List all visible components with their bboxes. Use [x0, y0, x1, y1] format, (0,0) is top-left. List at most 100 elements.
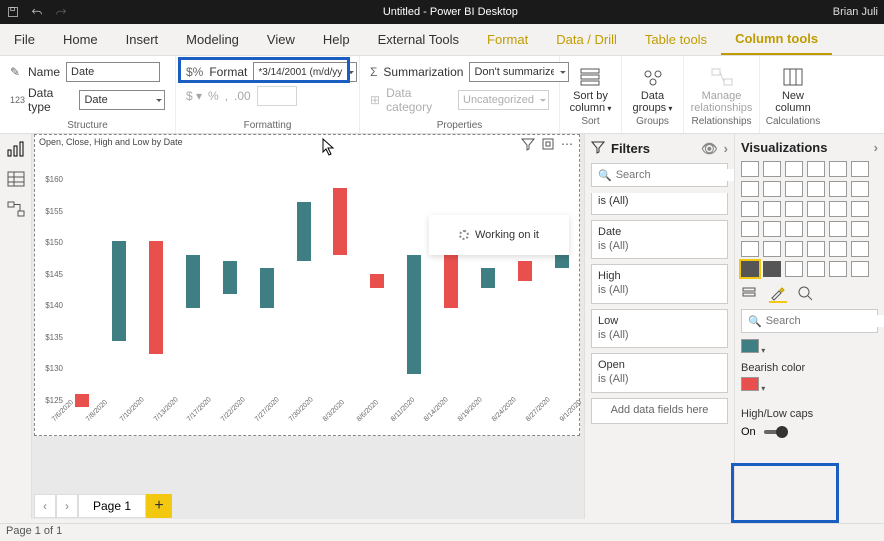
filter-card[interactable]: is (All) — [591, 193, 728, 215]
tab-view[interactable]: View — [253, 24, 309, 55]
user-name[interactable]: Brian Juli — [833, 6, 878, 18]
fields-tab-icon[interactable] — [741, 285, 759, 303]
analytics-tab-icon[interactable] — [797, 285, 815, 303]
viz-type-icon[interactable] — [807, 241, 825, 257]
viz-type-icon[interactable] — [807, 161, 825, 177]
viz-type-icon[interactable] — [807, 201, 825, 217]
filter-card[interactable]: Openis (All) — [591, 353, 728, 393]
report-view-icon[interactable] — [6, 140, 26, 158]
candlestick-visual[interactable]: Open, Close, High and Low by Date ⋯ $160… — [34, 134, 580, 436]
tab-home[interactable]: Home — [49, 24, 112, 55]
viz-type-icon[interactable] — [741, 241, 759, 257]
viz-type-icon[interactable] — [829, 161, 847, 177]
viz-type-icon[interactable] — [785, 181, 803, 197]
viz-type-icon[interactable] — [829, 201, 847, 217]
viz-type-icon[interactable] — [829, 261, 847, 277]
viz-type-icon[interactable] — [763, 221, 781, 237]
viz-type-icon[interactable] — [807, 181, 825, 197]
page-prev[interactable]: ‹ — [34, 494, 56, 518]
collapse-icon[interactable]: › — [724, 141, 728, 156]
undo-icon[interactable] — [30, 5, 44, 19]
view-icon[interactable]: 👁 — [701, 141, 718, 157]
filter-card[interactable]: Dateis (All) — [591, 220, 728, 260]
tab-data-drill[interactable]: Data / Drill — [542, 24, 631, 55]
tab-external[interactable]: External Tools — [364, 24, 473, 55]
viz-type-icon[interactable] — [741, 221, 759, 237]
viz-type-icon[interactable] — [829, 241, 847, 257]
tab-help[interactable]: Help — [309, 24, 364, 55]
focus-icon[interactable] — [541, 137, 555, 151]
page-tab[interactable]: Page 1 — [78, 494, 146, 518]
data-groups-button[interactable]: Data groups ▾ — [623, 62, 683, 114]
viz-type-icon[interactable] — [785, 201, 803, 217]
viz-type-icon[interactable] — [851, 161, 869, 177]
highlow-caps-toggle[interactable] — [764, 430, 786, 434]
viz-type-icon[interactable] — [807, 221, 825, 237]
tab-format[interactable]: Format — [473, 24, 542, 55]
highlight-highlow — [731, 463, 839, 523]
more-icon[interactable]: ⋯ — [561, 137, 575, 151]
group-caption-calculations: Calculations — [766, 116, 820, 127]
viz-type-icon[interactable] — [785, 221, 803, 237]
viz-type-icon[interactable] — [829, 221, 847, 237]
viz-type-icon[interactable] — [829, 181, 847, 197]
model-view-icon[interactable] — [6, 200, 26, 218]
viz-type-icon[interactable] — [851, 221, 869, 237]
viz-type-icon[interactable] — [741, 161, 759, 177]
new-column-button[interactable]: New column — [763, 62, 823, 114]
titlebar: Untitled - Power BI Desktop Brian Juli — [0, 0, 884, 24]
viz-type-icon[interactable] — [807, 261, 825, 277]
page-tabs: ‹ › Page 1 + — [34, 493, 172, 519]
visual-title: Open, Close, High and Low by Date — [39, 137, 183, 147]
save-icon[interactable] — [6, 5, 20, 19]
visualizations-pane: Visualizations › 🔍 ▾ Bearish color ▾ Hig… — [734, 134, 884, 519]
viz-type-icon[interactable] — [785, 261, 803, 277]
tab-column-tools[interactable]: Column tools — [721, 24, 832, 55]
tab-modeling[interactable]: Modeling — [172, 24, 253, 55]
viz-search[interactable]: 🔍 — [741, 309, 878, 333]
filters-header: Filters — [611, 141, 650, 156]
filter-card[interactable]: Lowis (All) — [591, 309, 728, 349]
filter-pane-icon — [591, 140, 605, 157]
viz-type-icon[interactable] — [741, 181, 759, 197]
name-input[interactable] — [66, 62, 160, 82]
viz-type-icon[interactable] — [763, 161, 781, 177]
page-next[interactable]: › — [56, 494, 78, 518]
viz-type-icon[interactable] — [763, 181, 781, 197]
viz-type-icon[interactable] — [785, 241, 803, 257]
viz-type-icon[interactable] — [763, 241, 781, 257]
viz-type-icon[interactable] — [851, 261, 869, 277]
viz-type-icon[interactable] — [851, 201, 869, 217]
viz-type-icon[interactable] — [763, 201, 781, 217]
bearish-color-swatch[interactable] — [741, 377, 759, 391]
sort-by-column-button[interactable]: Sort by column ▾ — [561, 62, 621, 114]
tab-insert[interactable]: Insert — [112, 24, 173, 55]
group-caption-groups: Groups — [636, 116, 669, 127]
chart-area — [65, 175, 573, 405]
viz-type-icon[interactable] — [785, 161, 803, 177]
add-fields-well[interactable]: Add data fields here — [591, 398, 728, 424]
viz-type-icon[interactable] — [851, 181, 869, 197]
summarization-select[interactable]: Don't summarize — [469, 62, 569, 82]
viz-type-icon[interactable] — [741, 261, 759, 277]
filters-search[interactable]: 🔍 — [591, 163, 728, 187]
format-tab-icon[interactable] — [769, 285, 787, 303]
viz-search-input[interactable] — [766, 315, 884, 327]
filter-card[interactable]: Highis (All) — [591, 264, 728, 304]
tab-file[interactable]: File — [0, 24, 49, 55]
page-add[interactable]: + — [146, 494, 172, 518]
redo-icon[interactable] — [54, 5, 68, 19]
collapse-icon[interactable]: › — [874, 140, 878, 155]
viz-type-icon[interactable] — [851, 241, 869, 257]
data-view-icon[interactable] — [6, 170, 26, 188]
bearish-color-label: Bearish color — [741, 362, 878, 374]
viz-type-icon[interactable] — [741, 201, 759, 217]
tab-table-tools[interactable]: Table tools — [631, 24, 721, 55]
report-canvas[interactable]: Open, Close, High and Low by Date ⋯ $160… — [32, 134, 584, 519]
highlow-caps-label: High/Low caps — [741, 408, 878, 420]
bullish-color-swatch[interactable] — [741, 339, 759, 353]
filter-icon[interactable] — [521, 137, 535, 151]
x-axis: 7/6/20207/8/20207/10/20207/13/20207/17/2… — [65, 409, 573, 433]
datatype-select[interactable]: Date — [79, 90, 165, 110]
viz-type-icon[interactable] — [763, 261, 781, 277]
